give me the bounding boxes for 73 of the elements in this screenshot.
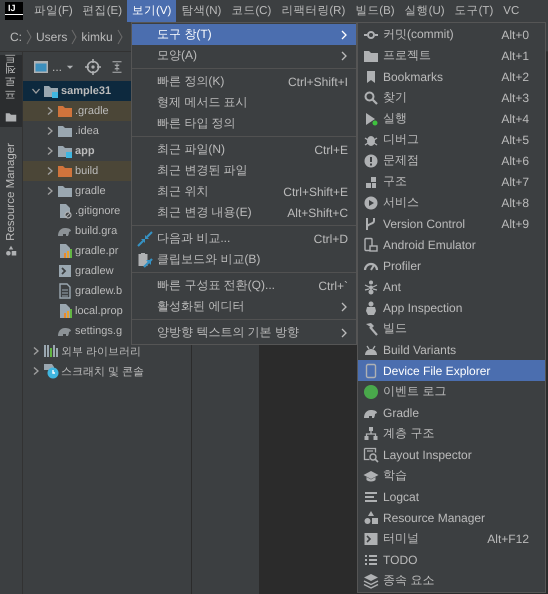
menu-item[interactable]: 문제점 Alt+6 (358, 150, 545, 171)
menu-item[interactable]: 학습 (358, 465, 545, 486)
menu-item[interactable]: 서비스 Alt+8 (358, 192, 545, 213)
menu-item[interactable]: 최근 위치 Ctrl+Shift+E (132, 181, 356, 202)
menu-item[interactable]: 커밋(commit) Alt+0 (358, 24, 545, 45)
menu-item[interactable]: 도구 창(T) (132, 24, 356, 45)
menu-item[interactable]: Layout Inspector (358, 444, 545, 465)
menu-item[interactable]: 디버그 Alt+5 (358, 129, 545, 150)
menu-item[interactable]: Version Control Alt+9 (358, 213, 545, 234)
breadcrumb-item[interactable]: C: (10, 30, 22, 44)
menu-bar-item[interactable]: 보기(V) (127, 0, 176, 22)
menu-bar-item[interactable]: 실행(U) (400, 0, 450, 22)
shortcut-text: Alt+5 (500, 132, 529, 146)
shortcut-text: Alt+9 (500, 216, 529, 230)
breadcrumb-item[interactable]: Users (36, 30, 68, 44)
menu-item[interactable]: 계층 구조 (358, 423, 545, 444)
shortcut-text: Alt+2 (500, 70, 529, 84)
menu-item[interactable]: Device File Explorer (358, 360, 545, 381)
menu-item[interactable]: App Inspection (358, 297, 545, 318)
tree-item[interactable]: 스크래치 및 콘솔 (23, 361, 191, 381)
menu-item[interactable]: Gradle (358, 402, 545, 423)
shortcut-text: Ctrl+E (313, 142, 348, 156)
menu-item[interactable]: 최근 파일(N) Ctrl+E (132, 139, 356, 160)
menu-item[interactable]: TODO (358, 549, 545, 570)
menu-item[interactable]: 구조 Alt+7 (358, 171, 545, 192)
shortcut-text: Alt+Shift+C (286, 206, 348, 220)
menu-item[interactable]: 모양(A) (132, 45, 356, 66)
tree-item[interactable]: 외부 라이브러리 (23, 341, 191, 361)
menu-bar-item[interactable]: 빌드(B) (350, 0, 400, 22)
menu-item[interactable]: 찾기 Alt+3 (358, 87, 545, 108)
menu-item[interactable]: Ant (358, 276, 545, 297)
menu-item[interactable]: 다음과 비교... Ctrl+D (132, 228, 356, 249)
view-selector[interactable]: ... (33, 58, 76, 74)
shortcut-text: Alt+1 (500, 48, 529, 62)
menu-bar-item[interactable]: VC (498, 0, 524, 22)
shortcut-text: Alt+7 (500, 174, 529, 188)
shortcut-text: Alt+8 (500, 196, 529, 210)
menu-item[interactable]: 터미널 Alt+F12 (358, 528, 545, 549)
menu-item[interactable]: 프로젝트 Alt+1 (358, 45, 545, 66)
menu-item[interactable]: 최근 변경 내용(E) Alt+Shift+C (132, 202, 356, 223)
menu-item[interactable]: 빌드 (358, 318, 545, 339)
menu-bar-item[interactable]: 편집(E) (78, 0, 128, 22)
menu-item[interactable]: Profiler (358, 255, 545, 276)
shortcut-text: Alt+0 (500, 28, 529, 42)
menu-bar-item[interactable]: 파일(F) (29, 0, 78, 22)
menu-bar-item[interactable]: 리팩터링(R) (276, 0, 350, 22)
menu-item[interactable]: 클립보드와 비교(B) (132, 249, 356, 270)
menu-item[interactable]: Resource Manager (358, 507, 545, 528)
menu-item[interactable]: 이벤트 로그 (358, 381, 545, 402)
menu-item[interactable]: Android Emulator (358, 234, 545, 255)
shortcut-text: Alt+4 (500, 112, 529, 126)
menu-item[interactable]: 활성화된 에디터 (132, 296, 356, 317)
menu-item[interactable]: 실행 Alt+4 (358, 108, 545, 129)
shortcut-text: Ctrl+` (317, 278, 348, 292)
shortcut-text: Alt+6 (500, 154, 529, 168)
menu-bar-item[interactable]: 탐색(N) (176, 0, 226, 22)
shortcut-text: Alt+3 (500, 90, 529, 104)
breadcrumb-item[interactable]: kimku (81, 30, 113, 44)
menu-bar-item[interactable]: 도구(T) (450, 0, 498, 22)
shortcut-text: Alt+F12 (486, 532, 529, 546)
menu-item[interactable]: 양방향 텍스트의 기본 방향 (132, 322, 356, 343)
app-logo: IJ (5, 2, 23, 20)
menu-item[interactable]: Build Variants (358, 339, 545, 360)
menu-item[interactable]: 빠른 구성표 전환(Q)... Ctrl+` (132, 275, 356, 296)
menu-bar-item[interactable]: 코드(C) (226, 0, 276, 22)
tool-window-tab[interactable]: 프로젝트 (0, 55, 22, 127)
shortcut-text: Ctrl+D (312, 232, 348, 246)
menu-item[interactable]: 종속 요소 (358, 570, 545, 591)
menu-item[interactable]: Bookmarks Alt+2 (358, 66, 545, 87)
menu-item[interactable]: Logcat (358, 486, 545, 507)
tool-window-tab[interactable]: Resource Manager (0, 139, 22, 261)
shortcut-text: Ctrl+Shift+E (282, 184, 348, 198)
shortcut-text: Ctrl+Shift+I (286, 74, 348, 88)
